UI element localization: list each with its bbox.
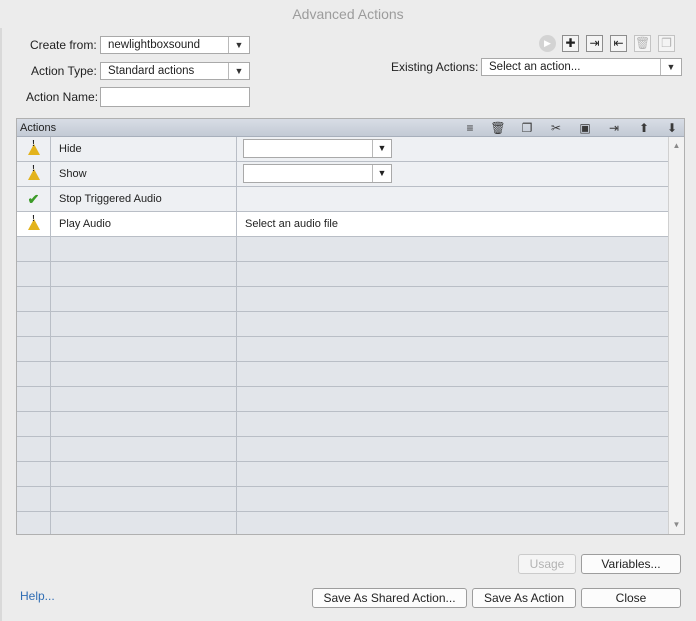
table-row[interactable]	[17, 462, 668, 487]
chevron-down-icon: ▼	[228, 37, 249, 53]
row-target[interactable]	[237, 187, 668, 211]
table-row[interactable]	[17, 262, 668, 287]
action-name-label: Action Name:	[26, 90, 99, 104]
table-row[interactable]	[17, 437, 668, 462]
trash-icon[interactable]: 🗑	[490, 120, 506, 136]
copy-icon[interactable]: ❐	[519, 120, 535, 136]
table-row[interactable]	[17, 337, 668, 362]
row-status: !	[17, 212, 51, 236]
export-icon[interactable]: ⇤	[610, 35, 627, 52]
table-row[interactable]	[17, 412, 668, 437]
table-row[interactable]: ! Show ▼	[17, 162, 668, 187]
action-type-value: Standard actions	[108, 65, 195, 77]
window-title: Advanced Actions	[0, 0, 696, 28]
actions-grid-title: Actions	[20, 122, 57, 134]
row-status: ✔	[17, 187, 51, 211]
existing-actions-value: Select an action...	[489, 61, 581, 73]
table-row[interactable]	[17, 512, 668, 534]
existing-actions-label: Existing Actions:	[391, 60, 479, 74]
table-row[interactable]	[17, 487, 668, 512]
warning-icon: !	[27, 162, 40, 180]
row-target[interactable]: Select an audio file	[237, 212, 668, 236]
vertical-scrollbar[interactable]: ▲ ▼	[668, 137, 684, 534]
duplicate-icon[interactable]: ❐	[658, 35, 675, 52]
usage-button[interactable]: Usage	[518, 554, 576, 574]
table-row[interactable]	[17, 237, 668, 262]
help-link[interactable]: Help...	[20, 589, 55, 603]
play-icon[interactable]: ▶	[539, 35, 556, 52]
chevron-down-icon: ▼	[660, 59, 681, 75]
actions-grid: Actions ≡ 🗑 ❐ ✂ ▣ ⇥ ⬆ ⬇ ! Hide ▼ ! Show …	[16, 118, 685, 535]
row-action[interactable]: Hide	[51, 137, 237, 161]
move-down-icon[interactable]: ⬇	[664, 120, 680, 136]
chevron-down-icon: ▼	[372, 165, 391, 182]
create-from-dropdown[interactable]: newlightboxsound ▼	[100, 36, 250, 54]
table-row[interactable]: ! Play Audio Select an audio file	[17, 212, 668, 237]
target-dropdown[interactable]: ▼	[243, 164, 392, 183]
row-action[interactable]: Stop Triggered Audio	[51, 187, 237, 211]
table-row[interactable]	[17, 312, 668, 337]
variables-button[interactable]: Variables...	[581, 554, 681, 574]
row-target[interactable]: ▼	[237, 137, 668, 161]
create-from-label: Create from:	[30, 38, 97, 52]
warning-icon: !	[27, 212, 40, 230]
save-as-action-button[interactable]: Save As Action	[472, 588, 576, 608]
action-type-dropdown[interactable]: Standard actions ▼	[100, 62, 250, 80]
table-row[interactable]	[17, 387, 668, 412]
table-row[interactable]	[17, 362, 668, 387]
window-edge	[0, 0, 2, 621]
existing-actions-dropdown[interactable]: Select an action... ▼	[481, 58, 682, 76]
row-action[interactable]: Play Audio	[51, 212, 237, 236]
checkmark-icon: ✔	[27, 191, 40, 207]
chevron-down-icon: ▼	[228, 63, 249, 79]
warning-icon: !	[27, 137, 40, 155]
import-icon[interactable]: ⇥	[586, 35, 603, 52]
actions-rows: ! Hide ▼ ! Show ▼ ✔ Stop Triggered Audio…	[17, 137, 668, 534]
chevron-down-icon: ▼	[372, 140, 391, 157]
scroll-down-icon[interactable]: ▼	[669, 518, 684, 532]
table-row[interactable]: ✔ Stop Triggered Audio	[17, 187, 668, 212]
table-row[interactable]	[17, 287, 668, 312]
create-from-value: newlightboxsound	[108, 39, 201, 51]
row-target[interactable]: ▼	[237, 162, 668, 186]
table-row[interactable]: ! Hide ▼	[17, 137, 668, 162]
row-action[interactable]: Show	[51, 162, 237, 186]
action-name-input[interactable]	[100, 87, 250, 107]
cut-icon[interactable]: ✂	[548, 120, 564, 136]
delete-icon[interactable]: 🗑	[634, 35, 651, 52]
action-type-label: Action Type:	[31, 64, 97, 78]
insert-row-icon[interactable]: ≡	[462, 120, 478, 136]
row-status: !	[17, 162, 51, 186]
paste-icon[interactable]: ▣	[577, 120, 593, 136]
target-dropdown[interactable]: ▼	[243, 139, 392, 158]
add-icon[interactable]: ✚	[562, 35, 579, 52]
close-button[interactable]: Close	[581, 588, 681, 608]
row-status: !	[17, 137, 51, 161]
scroll-up-icon[interactable]: ▲	[669, 139, 684, 153]
actions-grid-header: Actions ≡ 🗑 ❐ ✂ ▣ ⇥ ⬆ ⬇	[17, 119, 684, 137]
save-as-shared-action-button[interactable]: Save As Shared Action...	[312, 588, 467, 608]
indent-icon[interactable]: ⇥	[606, 120, 622, 136]
move-up-icon[interactable]: ⬆	[636, 120, 652, 136]
